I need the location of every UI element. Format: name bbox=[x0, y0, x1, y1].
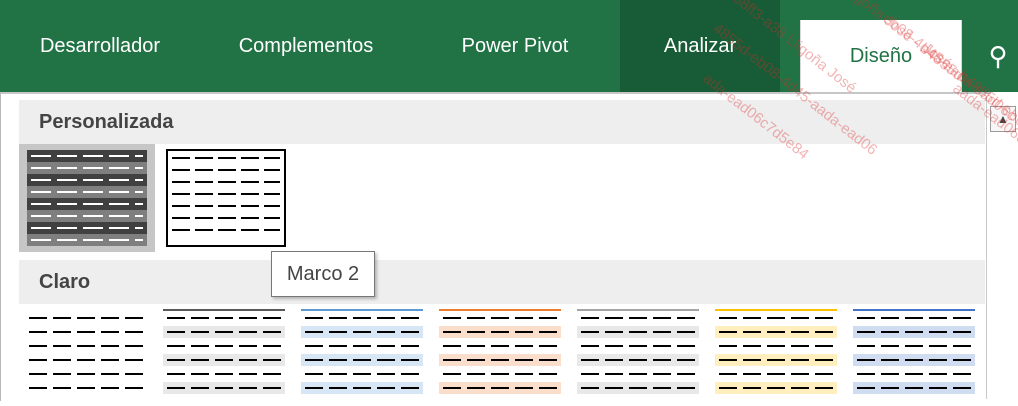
tab-label: Desarrollador bbox=[39, 34, 161, 57]
style-tooltip: Marco 2 bbox=[271, 251, 375, 297]
tab-label: Analizar bbox=[663, 34, 737, 57]
table-style-thumbnail bbox=[853, 309, 975, 394]
section-header-claro: Claro bbox=[19, 260, 985, 304]
table-style-thumbnail bbox=[577, 309, 699, 394]
table-style-thumbnail bbox=[301, 309, 423, 394]
table-style-custom-1[interactable] bbox=[19, 144, 155, 252]
tab-label: Diseño bbox=[849, 44, 913, 67]
table-style-thumbnail bbox=[27, 150, 147, 246]
table-style-thumbnail bbox=[29, 317, 143, 389]
section-title: Claro bbox=[39, 270, 91, 293]
lightbulb-icon[interactable]: ⚲ bbox=[978, 20, 1018, 92]
section-header-personalizada: Personalizada bbox=[19, 100, 985, 144]
tab-label: Complementos bbox=[238, 34, 374, 57]
table-style-light-2[interactable] bbox=[161, 308, 291, 401]
table-style-gallery: Personalizada Claro bbox=[0, 92, 991, 401]
table-style-thumbnail bbox=[166, 149, 286, 247]
table-style-thumbnail bbox=[439, 309, 561, 394]
tab-diseno[interactable]: Diseño bbox=[800, 20, 962, 92]
table-style-light-6[interactable] bbox=[713, 308, 843, 401]
table-style-light-4[interactable] bbox=[437, 308, 567, 401]
gallery-scrollbar[interactable]: ▲ bbox=[986, 96, 1018, 399]
tab-analizar[interactable]: Analizar bbox=[620, 0, 780, 92]
table-style-light-3[interactable] bbox=[299, 308, 429, 401]
table-style-light-7[interactable] bbox=[851, 308, 981, 401]
scroll-up-icon[interactable]: ▲ bbox=[990, 106, 1016, 132]
ribbon: Desarrollador Complementos Power Pivot A… bbox=[0, 0, 1018, 92]
table-style-thumbnail bbox=[715, 309, 837, 394]
table-style-custom-2[interactable] bbox=[159, 144, 289, 252]
section-title: Personalizada bbox=[39, 110, 174, 133]
table-style-thumbnail bbox=[163, 309, 285, 394]
table-style-light-1[interactable] bbox=[23, 308, 153, 401]
table-style-light-5[interactable] bbox=[575, 308, 705, 401]
tooltip-text: Marco 2 bbox=[286, 262, 360, 285]
tab-desarrollador[interactable]: Desarrollador bbox=[20, 0, 180, 92]
tab-complementos[interactable]: Complementos bbox=[216, 0, 396, 92]
tab-label: Power Pivot bbox=[461, 34, 569, 57]
tab-power-pivot[interactable]: Power Pivot bbox=[440, 0, 590, 92]
